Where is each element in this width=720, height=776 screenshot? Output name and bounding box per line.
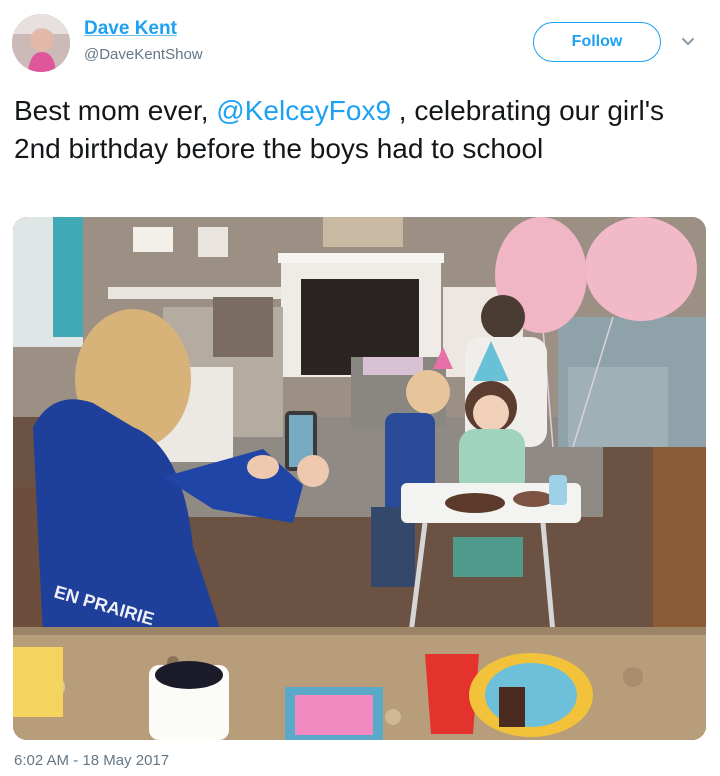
tweet-text-start: Best mom ever, xyxy=(14,95,217,126)
user-handle[interactable]: @DaveKentShow xyxy=(84,46,203,63)
avatar-image xyxy=(12,14,70,72)
avatar[interactable] xyxy=(12,14,70,72)
tweet-timestamp[interactable]: 6:02 AM - 18 May 2017 xyxy=(14,752,169,769)
tweet-header: Dave Kent @DaveKentShow Follow xyxy=(0,0,720,80)
chevron-down-icon[interactable] xyxy=(680,33,696,49)
mention-link[interactable]: @KelceyFox9 xyxy=(216,95,391,126)
tweet-text: Best mom ever, @KelceyFox9 , celebrating… xyxy=(14,92,714,168)
follow-button[interactable]: Follow xyxy=(533,22,661,62)
tweet-photo[interactable]: EN PRAIRIE xyxy=(13,217,706,740)
birthday-photo: EN PRAIRIE xyxy=(13,217,706,740)
display-name[interactable]: Dave Kent xyxy=(84,18,177,40)
